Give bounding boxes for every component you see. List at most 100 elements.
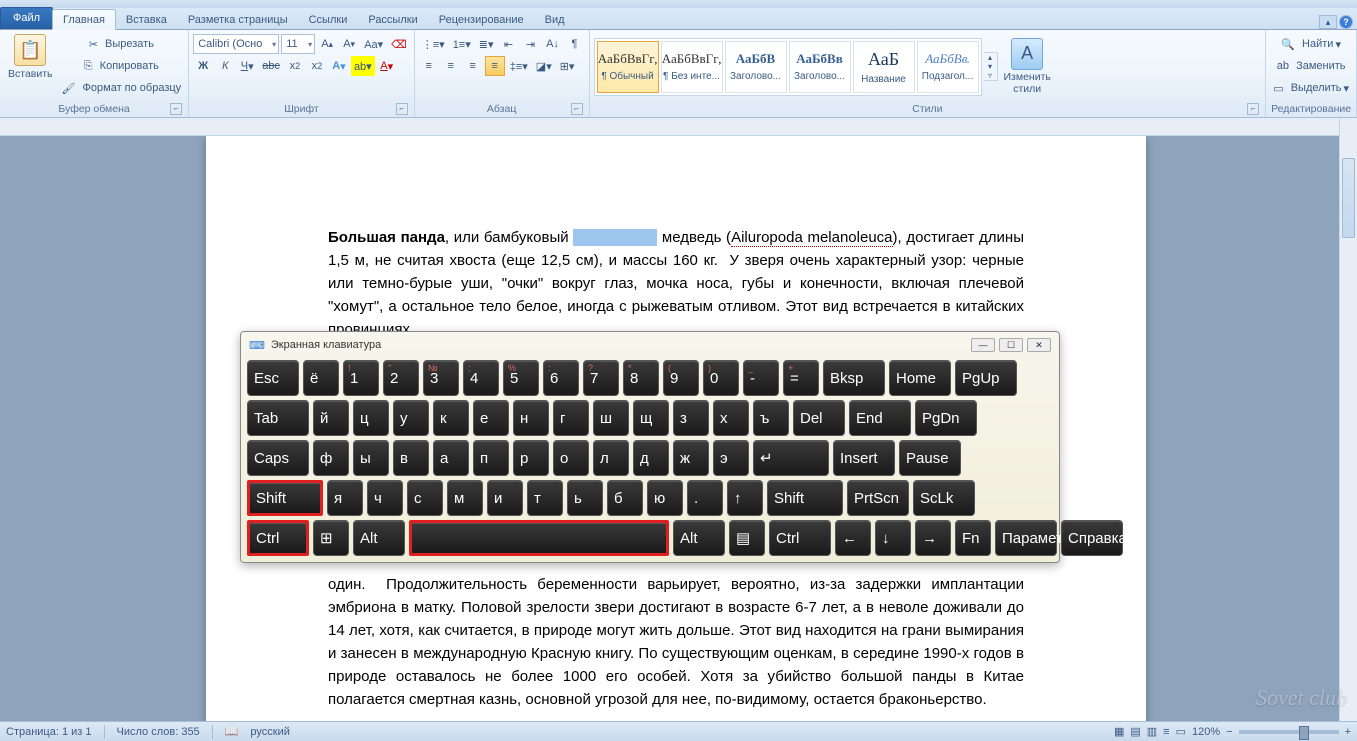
launcher-icon[interactable]: ⌐ — [170, 103, 182, 115]
scroll-thumb[interactable] — [1342, 158, 1355, 238]
copy-button[interactable]: ⎘ Копировать — [59, 56, 185, 76]
status-lang[interactable]: русский — [250, 726, 289, 738]
key-2[interactable]: "2 — [383, 360, 419, 396]
sort-button[interactable]: A↓ — [543, 34, 563, 54]
key-ы[interactable]: ы — [353, 440, 389, 476]
zoom-in-icon[interactable]: + — [1345, 726, 1351, 738]
ruler[interactable] — [0, 118, 1357, 136]
align-right-button[interactable]: ≡ — [463, 56, 483, 76]
key-5[interactable]: %5 — [503, 360, 539, 396]
shrink-font-button[interactable]: A▾ — [339, 34, 359, 54]
key-=[interactable]: += — [783, 360, 819, 396]
key-ц[interactable]: ц — [353, 400, 389, 436]
tab-mailings[interactable]: Рассылки — [357, 9, 428, 29]
osk-close-icon[interactable]: ✕ — [1027, 338, 1051, 352]
style-normal[interactable]: АаБбВвГг,¶ Обычный — [597, 41, 659, 93]
key-fn[interactable]: Fn — [955, 520, 991, 556]
key-0[interactable]: )0 — [703, 360, 739, 396]
key-ю[interactable]: ю — [647, 480, 683, 516]
key-shift[interactable]: Shift — [767, 480, 843, 516]
replace-button[interactable]: ab Заменить — [1270, 56, 1352, 76]
key-insert[interactable]: Insert — [833, 440, 895, 476]
key-й[interactable]: й — [313, 400, 349, 436]
clear-format-button[interactable]: ⌫ — [388, 34, 410, 54]
status-proof-icon[interactable]: 📖 — [225, 725, 239, 738]
vertical-scrollbar[interactable] — [1339, 118, 1357, 721]
key-↵[interactable]: ↵ — [753, 440, 829, 476]
style-no-spacing[interactable]: АаБбВвГг,¶ Без инте... — [661, 41, 723, 93]
key-→[interactable]: → — [915, 520, 951, 556]
launcher-icon[interactable]: ⌐ — [396, 103, 408, 115]
key-9[interactable]: (9 — [663, 360, 699, 396]
key-ь[interactable]: ь — [567, 480, 603, 516]
key-э[interactable]: э — [713, 440, 749, 476]
status-page[interactable]: Страница: 1 из 1 — [6, 726, 92, 738]
key-ф[interactable]: ф — [313, 440, 349, 476]
key-и[interactable]: и — [487, 480, 523, 516]
key-bksp[interactable]: Bksp — [823, 360, 885, 396]
tab-file[interactable]: Файл — [0, 7, 53, 29]
key-л[interactable]: л — [593, 440, 629, 476]
view-draft-icon[interactable]: ▭ — [1176, 725, 1186, 738]
tab-home[interactable]: Главная — [52, 9, 116, 30]
underline-button[interactable]: Ч▾ — [237, 56, 257, 76]
strike-button[interactable]: abc — [259, 56, 283, 76]
paste-button[interactable]: 📋 Вставить — [4, 32, 57, 82]
key-я[interactable]: я — [327, 480, 363, 516]
select-button[interactable]: ▭ Выделить▾ — [1270, 78, 1352, 98]
tab-layout[interactable]: Разметка страницы — [177, 9, 299, 29]
key-1[interactable]: !1 — [343, 360, 379, 396]
style-subtitle[interactable]: АаБбВв.Подзагол... — [917, 41, 979, 93]
key-ж[interactable]: ж — [673, 440, 709, 476]
view-outline-icon[interactable]: ≡ — [1163, 726, 1169, 738]
key-е[interactable]: е — [473, 400, 509, 436]
justify-button[interactable]: ≡ — [485, 56, 505, 76]
style-title[interactable]: АаБНазвание — [853, 41, 915, 93]
change-case-button[interactable]: Aa▾ — [361, 34, 386, 54]
font-name-combo[interactable]: Calibri (Осно — [193, 34, 279, 54]
key-pause[interactable]: Pause — [899, 440, 961, 476]
key-с[interactable]: с — [407, 480, 443, 516]
key-п[interactable]: п — [473, 440, 509, 476]
key-з[interactable]: з — [673, 400, 709, 436]
gallery-scroll[interactable]: ▴▾▿ — [984, 52, 998, 81]
launcher-icon[interactable]: ⌐ — [1247, 103, 1259, 115]
key-ш[interactable]: ш — [593, 400, 629, 436]
key-справка[interactable]: Справка — [1061, 520, 1123, 556]
key-.[interactable]: . — [687, 480, 723, 516]
key-н[interactable]: н — [513, 400, 549, 436]
decrease-indent-button[interactable]: ⇤ — [499, 34, 519, 54]
key-←[interactable]: ← — [835, 520, 871, 556]
show-marks-button[interactable]: ¶ — [565, 34, 585, 54]
zoom-value[interactable]: 120% — [1192, 726, 1220, 738]
find-button[interactable]: 🔍 Найти▾ — [1270, 34, 1352, 54]
key-м[interactable]: м — [447, 480, 483, 516]
key-о[interactable]: о — [553, 440, 589, 476]
key-end[interactable]: End — [849, 400, 911, 436]
zoom-out-icon[interactable]: − — [1226, 726, 1232, 738]
key-▤[interactable]: ▤ — [729, 520, 765, 556]
numbering-button[interactable]: 1≡▾ — [450, 34, 474, 54]
cut-button[interactable]: ✂ Вырезать — [59, 34, 185, 54]
bold-button[interactable]: Ж — [193, 56, 213, 76]
format-painter-button[interactable]: 🖌 Формат по образцу — [59, 78, 185, 98]
osk-titlebar[interactable]: ⌨ Экранная клавиатура — ☐ ✕ — [243, 334, 1057, 356]
text-effects-button[interactable]: A▾ — [329, 56, 349, 76]
change-styles-button[interactable]: A Изменить стили — [1000, 36, 1055, 97]
italic-button[interactable]: К — [215, 56, 235, 76]
launcher-icon[interactable]: ⌐ — [571, 103, 583, 115]
key-alt[interactable]: Alt — [353, 520, 405, 556]
help-icon[interactable]: ? — [1339, 15, 1353, 29]
multilevel-button[interactable]: ≣▾ — [476, 34, 497, 54]
key-esc[interactable]: Esc — [247, 360, 299, 396]
key-↓[interactable]: ↓ — [875, 520, 911, 556]
key-pgup[interactable]: PgUp — [955, 360, 1017, 396]
status-words[interactable]: Число слов: 355 — [117, 726, 200, 738]
key-sclk[interactable]: ScLk — [913, 480, 975, 516]
key-↑[interactable]: ↑ — [727, 480, 763, 516]
style-heading2[interactable]: АаБбВвЗаголово... — [789, 41, 851, 93]
minimize-ribbon-icon[interactable]: ▴ — [1319, 15, 1337, 29]
key-pgdn[interactable]: PgDn — [915, 400, 977, 436]
borders-button[interactable]: ⊞▾ — [557, 56, 578, 76]
font-color-button[interactable]: A▾ — [377, 56, 397, 76]
